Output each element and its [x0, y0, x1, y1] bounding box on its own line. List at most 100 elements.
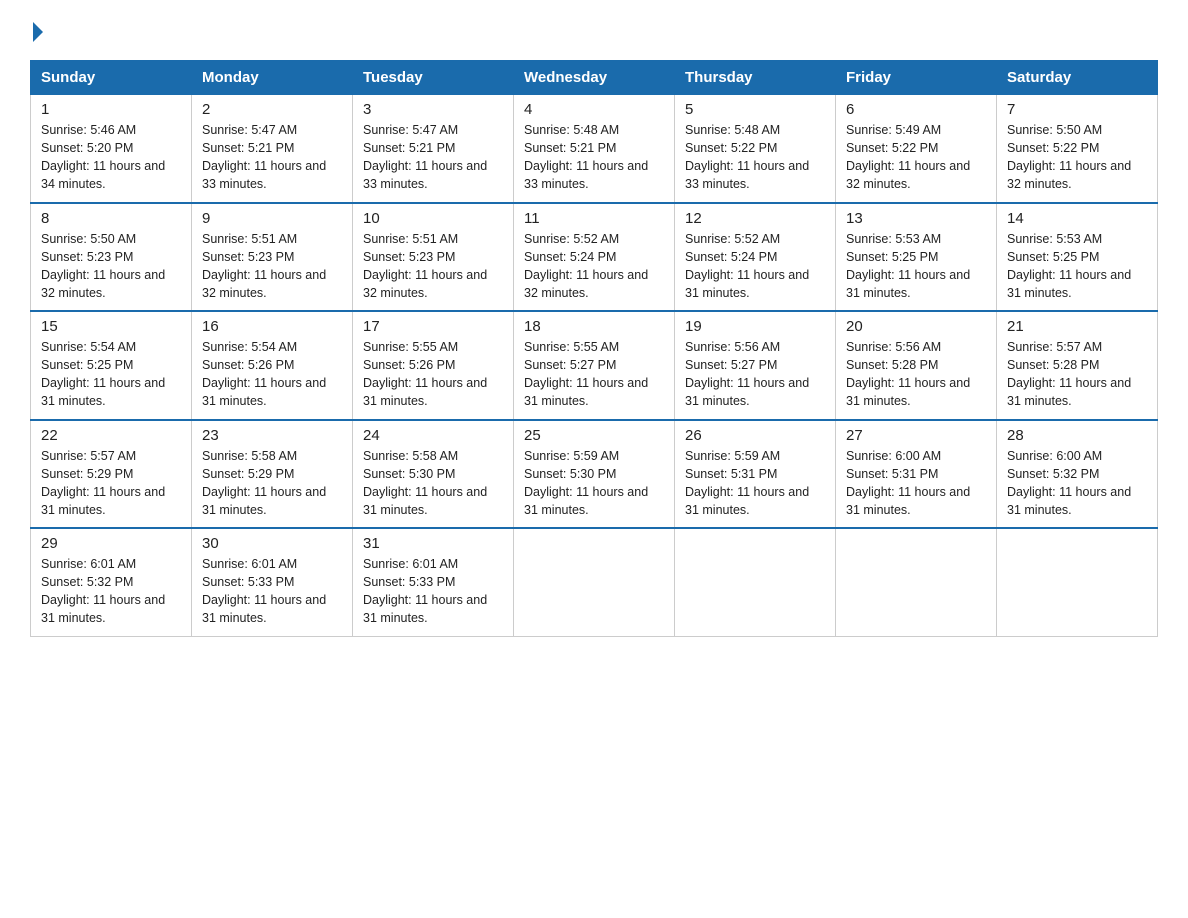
- calendar-cell: 2 Sunrise: 5:47 AMSunset: 5:21 PMDayligh…: [192, 95, 353, 203]
- day-number: 18: [524, 318, 664, 335]
- day-info: Sunrise: 5:51 AMSunset: 5:23 PMDaylight:…: [202, 232, 326, 300]
- day-info: Sunrise: 6:01 AMSunset: 5:33 PMDaylight:…: [202, 557, 326, 625]
- day-info: Sunrise: 5:58 AMSunset: 5:30 PMDaylight:…: [363, 449, 487, 517]
- day-number: 7: [1007, 101, 1147, 118]
- day-info: Sunrise: 5:55 AMSunset: 5:27 PMDaylight:…: [524, 340, 648, 408]
- day-number: 31: [363, 535, 503, 552]
- day-info: Sunrise: 5:58 AMSunset: 5:29 PMDaylight:…: [202, 449, 326, 517]
- day-info: Sunrise: 5:48 AMSunset: 5:21 PMDaylight:…: [524, 123, 648, 191]
- day-info: Sunrise: 5:59 AMSunset: 5:31 PMDaylight:…: [685, 449, 809, 517]
- day-number: 24: [363, 427, 503, 444]
- day-number: 3: [363, 101, 503, 118]
- day-number: 21: [1007, 318, 1147, 335]
- day-info: Sunrise: 5:57 AMSunset: 5:29 PMDaylight:…: [41, 449, 165, 517]
- calendar-cell: 6 Sunrise: 5:49 AMSunset: 5:22 PMDayligh…: [836, 95, 997, 203]
- calendar-header-thursday: Thursday: [675, 61, 836, 95]
- page-header: [30, 20, 1158, 42]
- calendar-header-row: SundayMondayTuesdayWednesdayThursdayFrid…: [31, 61, 1158, 95]
- calendar-cell: 23 Sunrise: 5:58 AMSunset: 5:29 PMDaylig…: [192, 420, 353, 529]
- calendar-cell: 11 Sunrise: 5:52 AMSunset: 5:24 PMDaylig…: [514, 203, 675, 312]
- day-number: 26: [685, 427, 825, 444]
- calendar-cell: 3 Sunrise: 5:47 AMSunset: 5:21 PMDayligh…: [353, 95, 514, 203]
- calendar-cell: [836, 528, 997, 636]
- calendar-cell: 10 Sunrise: 5:51 AMSunset: 5:23 PMDaylig…: [353, 203, 514, 312]
- calendar-cell: [997, 528, 1158, 636]
- calendar-cell: 19 Sunrise: 5:56 AMSunset: 5:27 PMDaylig…: [675, 311, 836, 420]
- day-info: Sunrise: 5:50 AMSunset: 5:23 PMDaylight:…: [41, 232, 165, 300]
- day-number: 13: [846, 210, 986, 227]
- calendar-week-row: 1 Sunrise: 5:46 AMSunset: 5:20 PMDayligh…: [31, 95, 1158, 203]
- day-number: 5: [685, 101, 825, 118]
- calendar-cell: 15 Sunrise: 5:54 AMSunset: 5:25 PMDaylig…: [31, 311, 192, 420]
- calendar-cell: 12 Sunrise: 5:52 AMSunset: 5:24 PMDaylig…: [675, 203, 836, 312]
- day-number: 1: [41, 101, 181, 118]
- day-info: Sunrise: 5:47 AMSunset: 5:21 PMDaylight:…: [202, 123, 326, 191]
- day-info: Sunrise: 5:59 AMSunset: 5:30 PMDaylight:…: [524, 449, 648, 517]
- calendar-cell: 24 Sunrise: 5:58 AMSunset: 5:30 PMDaylig…: [353, 420, 514, 529]
- day-info: Sunrise: 5:50 AMSunset: 5:22 PMDaylight:…: [1007, 123, 1131, 191]
- day-number: 28: [1007, 427, 1147, 444]
- day-info: Sunrise: 5:48 AMSunset: 5:22 PMDaylight:…: [685, 123, 809, 191]
- calendar-header-wednesday: Wednesday: [514, 61, 675, 95]
- calendar-cell: 21 Sunrise: 5:57 AMSunset: 5:28 PMDaylig…: [997, 311, 1158, 420]
- calendar-cell: 8 Sunrise: 5:50 AMSunset: 5:23 PMDayligh…: [31, 203, 192, 312]
- day-info: Sunrise: 5:54 AMSunset: 5:25 PMDaylight:…: [41, 340, 165, 408]
- day-info: Sunrise: 5:46 AMSunset: 5:20 PMDaylight:…: [41, 123, 165, 191]
- day-info: Sunrise: 5:53 AMSunset: 5:25 PMDaylight:…: [846, 232, 970, 300]
- calendar-cell: 16 Sunrise: 5:54 AMSunset: 5:26 PMDaylig…: [192, 311, 353, 420]
- day-info: Sunrise: 5:56 AMSunset: 5:28 PMDaylight:…: [846, 340, 970, 408]
- day-info: Sunrise: 5:54 AMSunset: 5:26 PMDaylight:…: [202, 340, 326, 408]
- day-number: 6: [846, 101, 986, 118]
- day-info: Sunrise: 6:01 AMSunset: 5:32 PMDaylight:…: [41, 557, 165, 625]
- calendar-cell: 22 Sunrise: 5:57 AMSunset: 5:29 PMDaylig…: [31, 420, 192, 529]
- calendar-header-sunday: Sunday: [31, 61, 192, 95]
- calendar-cell: 29 Sunrise: 6:01 AMSunset: 5:32 PMDaylig…: [31, 528, 192, 636]
- calendar-cell: 7 Sunrise: 5:50 AMSunset: 5:22 PMDayligh…: [997, 95, 1158, 203]
- day-number: 17: [363, 318, 503, 335]
- day-info: Sunrise: 5:57 AMSunset: 5:28 PMDaylight:…: [1007, 340, 1131, 408]
- day-number: 12: [685, 210, 825, 227]
- day-number: 16: [202, 318, 342, 335]
- calendar-cell: 17 Sunrise: 5:55 AMSunset: 5:26 PMDaylig…: [353, 311, 514, 420]
- day-number: 11: [524, 210, 664, 227]
- day-info: Sunrise: 6:00 AMSunset: 5:32 PMDaylight:…: [1007, 449, 1131, 517]
- day-info: Sunrise: 5:55 AMSunset: 5:26 PMDaylight:…: [363, 340, 487, 408]
- calendar-week-row: 15 Sunrise: 5:54 AMSunset: 5:25 PMDaylig…: [31, 311, 1158, 420]
- calendar-cell: 26 Sunrise: 5:59 AMSunset: 5:31 PMDaylig…: [675, 420, 836, 529]
- day-number: 20: [846, 318, 986, 335]
- day-number: 27: [846, 427, 986, 444]
- calendar-cell: 13 Sunrise: 5:53 AMSunset: 5:25 PMDaylig…: [836, 203, 997, 312]
- day-number: 2: [202, 101, 342, 118]
- logo: [30, 20, 47, 42]
- calendar-header-saturday: Saturday: [997, 61, 1158, 95]
- calendar-week-row: 29 Sunrise: 6:01 AMSunset: 5:32 PMDaylig…: [31, 528, 1158, 636]
- calendar-cell: 18 Sunrise: 5:55 AMSunset: 5:27 PMDaylig…: [514, 311, 675, 420]
- day-info: Sunrise: 5:56 AMSunset: 5:27 PMDaylight:…: [685, 340, 809, 408]
- calendar-cell: 30 Sunrise: 6:01 AMSunset: 5:33 PMDaylig…: [192, 528, 353, 636]
- day-number: 22: [41, 427, 181, 444]
- calendar-week-row: 8 Sunrise: 5:50 AMSunset: 5:23 PMDayligh…: [31, 203, 1158, 312]
- calendar-header-friday: Friday: [836, 61, 997, 95]
- day-number: 19: [685, 318, 825, 335]
- calendar-cell: [514, 528, 675, 636]
- day-number: 14: [1007, 210, 1147, 227]
- calendar-cell: 31 Sunrise: 6:01 AMSunset: 5:33 PMDaylig…: [353, 528, 514, 636]
- day-number: 10: [363, 210, 503, 227]
- day-info: Sunrise: 5:47 AMSunset: 5:21 PMDaylight:…: [363, 123, 487, 191]
- calendar-week-row: 22 Sunrise: 5:57 AMSunset: 5:29 PMDaylig…: [31, 420, 1158, 529]
- calendar-cell: 9 Sunrise: 5:51 AMSunset: 5:23 PMDayligh…: [192, 203, 353, 312]
- day-info: Sunrise: 5:52 AMSunset: 5:24 PMDaylight:…: [524, 232, 648, 300]
- day-number: 30: [202, 535, 342, 552]
- logo-arrow-icon: [33, 22, 43, 42]
- day-info: Sunrise: 6:01 AMSunset: 5:33 PMDaylight:…: [363, 557, 487, 625]
- calendar-cell: 25 Sunrise: 5:59 AMSunset: 5:30 PMDaylig…: [514, 420, 675, 529]
- calendar-cell: 4 Sunrise: 5:48 AMSunset: 5:21 PMDayligh…: [514, 95, 675, 203]
- day-number: 25: [524, 427, 664, 444]
- day-number: 15: [41, 318, 181, 335]
- day-info: Sunrise: 5:49 AMSunset: 5:22 PMDaylight:…: [846, 123, 970, 191]
- day-info: Sunrise: 6:00 AMSunset: 5:31 PMDaylight:…: [846, 449, 970, 517]
- day-number: 4: [524, 101, 664, 118]
- calendar-cell: 5 Sunrise: 5:48 AMSunset: 5:22 PMDayligh…: [675, 95, 836, 203]
- calendar-cell: 20 Sunrise: 5:56 AMSunset: 5:28 PMDaylig…: [836, 311, 997, 420]
- calendar-header-tuesday: Tuesday: [353, 61, 514, 95]
